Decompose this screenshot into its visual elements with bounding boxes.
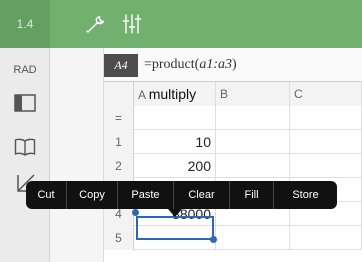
copy-button[interactable]: Copy [67, 181, 117, 209]
selection-handle-end[interactable] [210, 236, 217, 243]
formula-input[interactable]: =product(a1:a3) [144, 57, 237, 73]
column-header-b[interactable]: B [216, 82, 290, 106]
wrench-icon[interactable] [84, 12, 108, 36]
selection-handle-start[interactable] [132, 209, 139, 216]
column-letter: B [220, 87, 229, 101]
cell-b1[interactable] [216, 130, 290, 154]
context-menu-pointer [168, 209, 182, 217]
context-menu: Cut Copy Paste Clear Fill Store [26, 181, 337, 209]
fill-button[interactable]: Fill [230, 181, 273, 209]
cell-c5[interactable] [290, 226, 362, 250]
column-header-row: A multiply B C [104, 82, 362, 106]
page-tab[interactable]: 1.4 [0, 0, 50, 48]
sliders-icon[interactable] [120, 12, 144, 36]
clear-button[interactable]: Clear [174, 181, 229, 209]
page-number: 1.4 [16, 17, 34, 31]
sheet-gutter [50, 48, 104, 262]
formula-prefix: =product( [144, 57, 200, 72]
row-header[interactable]: 1 [104, 130, 134, 154]
formula-cell-b[interactable] [216, 106, 290, 130]
formula-argument: a1:a3 [199, 57, 232, 72]
left-sidebar: RAD [0, 48, 50, 262]
cell-c2[interactable] [290, 154, 362, 178]
corner-cell[interactable] [104, 82, 134, 106]
selected-cell-outline [136, 216, 214, 240]
formula-cell-a[interactable] [134, 106, 216, 130]
column-name: multiply [148, 86, 197, 102]
row-header[interactable]: 2 [104, 154, 134, 178]
formula-row-header: = [104, 106, 134, 130]
store-button[interactable]: Store [274, 181, 337, 209]
row-header[interactable]: 5 [104, 226, 134, 250]
formula-row: = [104, 106, 362, 130]
angle-mode-indicator[interactable]: RAD [0, 55, 50, 85]
cell-a1[interactable]: 10 [134, 130, 216, 154]
column-letter: C [294, 87, 303, 101]
angle-mode-label: RAD [13, 64, 37, 76]
cell-b2[interactable] [216, 154, 290, 178]
cut-button[interactable]: Cut [26, 181, 66, 209]
cell-c1[interactable] [290, 130, 362, 154]
paste-button[interactable]: Paste [118, 181, 173, 209]
column-header-c[interactable]: C [290, 82, 362, 106]
table-row: 1 10 [104, 130, 362, 154]
cell-reference: A4 [104, 54, 138, 77]
layout-icon[interactable] [0, 88, 50, 118]
table-row: 2 200 [104, 154, 362, 178]
top-toolbar: 1.4 [0, 0, 362, 48]
cell-a2[interactable]: 200 [134, 154, 216, 178]
cell-b5[interactable] [216, 226, 290, 250]
formula-suffix: ) [232, 57, 237, 72]
formula-bar[interactable]: A4 =product(a1:a3) [104, 48, 362, 82]
formula-cell-c[interactable] [290, 106, 362, 130]
column-header-a[interactable]: A multiply [134, 82, 216, 106]
book-icon[interactable] [0, 132, 50, 162]
column-letter: A [138, 88, 146, 102]
